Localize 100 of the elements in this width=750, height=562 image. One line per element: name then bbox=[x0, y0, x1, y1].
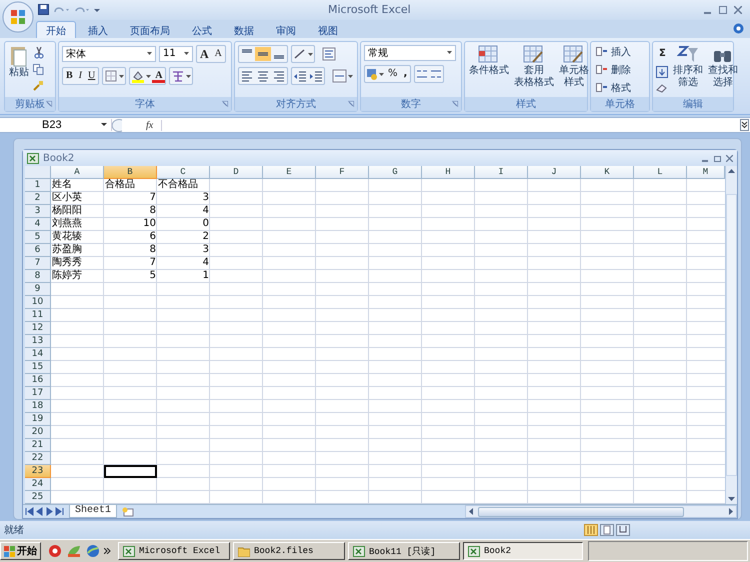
row-header[interactable]: 12 bbox=[25, 322, 51, 336]
vertical-scrollbar[interactable] bbox=[725, 166, 737, 504]
column-header[interactable]: C bbox=[157, 166, 210, 180]
ribbon-tab[interactable]: 公式 bbox=[182, 20, 222, 38]
column-header[interactable]: J bbox=[528, 166, 581, 180]
bold-button[interactable]: B bbox=[63, 68, 76, 83]
column-header[interactable]: G bbox=[369, 166, 422, 180]
more-icon[interactable] bbox=[104, 548, 111, 554]
new-sheet-icon[interactable] bbox=[121, 506, 136, 517]
caret-icon[interactable] bbox=[447, 50, 452, 55]
number-format-field[interactable]: 常规 bbox=[364, 44, 456, 61]
row-header[interactable]: 23 bbox=[25, 465, 51, 478]
text-align-icon[interactable] bbox=[255, 68, 271, 83]
italic-button[interactable]: I bbox=[76, 68, 86, 83]
scissors-icon[interactable] bbox=[34, 46, 44, 59]
ribbon-tab[interactable]: 审阅 bbox=[266, 20, 306, 38]
scroll-thumb[interactable] bbox=[726, 194, 737, 476]
dropdown-icon[interactable] bbox=[94, 6, 100, 13]
caret-icon[interactable] bbox=[101, 123, 107, 128]
row-header[interactable]: 11 bbox=[25, 309, 51, 322]
cells-button[interactable]: 删除 bbox=[594, 62, 646, 77]
underline-button[interactable]: U bbox=[85, 68, 98, 83]
ribbon-tab[interactable]: 视图 bbox=[308, 20, 348, 38]
column-header[interactable]: I bbox=[475, 166, 528, 180]
taskbar-button[interactable]: Book11 [只读] bbox=[348, 542, 460, 560]
normal-view-icon[interactable] bbox=[584, 524, 598, 536]
insert-function-button[interactable]: fx bbox=[128, 120, 162, 131]
row-header[interactable]: 7 bbox=[25, 257, 51, 270]
row-header[interactable]: 9 bbox=[25, 283, 51, 296]
horizontal-scrollbar[interactable] bbox=[465, 505, 737, 518]
row-header[interactable]: 4 bbox=[25, 218, 51, 232]
help-icon[interactable] bbox=[733, 23, 744, 34]
indent-icon[interactable] bbox=[308, 68, 324, 83]
scroll-thumb[interactable] bbox=[478, 506, 684, 517]
row-header[interactable]: 5 bbox=[25, 231, 51, 244]
grow-font-button[interactable]: A bbox=[197, 46, 212, 61]
eraser-icon[interactable] bbox=[656, 82, 668, 93]
start-button[interactable]: 开始 bbox=[0, 542, 41, 560]
indent-icon[interactable] bbox=[292, 68, 308, 83]
taskbar-button[interactable]: Book2 bbox=[463, 542, 583, 560]
launcher-icon[interactable] bbox=[46, 101, 52, 108]
caret-icon[interactable] bbox=[147, 52, 152, 56]
text-align-icon[interactable] bbox=[239, 68, 255, 83]
cells-button[interactable]: 格式 bbox=[594, 80, 646, 95]
wrap-text-icon[interactable] bbox=[322, 46, 336, 61]
row-header[interactable]: 24 bbox=[25, 478, 51, 492]
orientation-icon[interactable] bbox=[292, 46, 314, 61]
row-header[interactable]: 6 bbox=[25, 244, 51, 258]
vertical-align-icon[interactable] bbox=[255, 46, 271, 61]
launcher-icon[interactable] bbox=[452, 101, 458, 108]
brush-icon[interactable] bbox=[33, 80, 44, 91]
merge-cells-icon[interactable] bbox=[332, 68, 354, 83]
browser-icon[interactable] bbox=[48, 544, 62, 558]
ribbon-tab[interactable]: 插入 bbox=[78, 20, 118, 38]
cells-button[interactable]: 插入 bbox=[594, 44, 646, 59]
row-header[interactable]: 2 bbox=[25, 192, 51, 206]
column-header[interactable]: L bbox=[634, 166, 687, 180]
row-header[interactable]: 16 bbox=[25, 374, 51, 388]
text-align-icon[interactable] bbox=[271, 68, 287, 83]
active-cell[interactable] bbox=[104, 465, 157, 478]
caret-icon[interactable] bbox=[184, 52, 189, 56]
row-header[interactable]: 3 bbox=[25, 205, 51, 218]
column-header[interactable]: M bbox=[687, 166, 725, 180]
currency-icon[interactable] bbox=[365, 66, 385, 81]
maximize-icon[interactable] bbox=[719, 6, 727, 14]
sheet-tab[interactable]: Sheet1 bbox=[69, 505, 118, 518]
column-header[interactable]: H bbox=[422, 166, 475, 180]
column-header[interactable]: B bbox=[104, 166, 157, 180]
row-header[interactable]: 1 bbox=[25, 179, 51, 192]
row-header[interactable]: 21 bbox=[25, 439, 51, 452]
editing-button[interactable]: 排序和 筛选 bbox=[672, 44, 704, 98]
column-header[interactable]: A bbox=[51, 166, 104, 180]
font-size-field[interactable]: 11 bbox=[159, 46, 193, 62]
close-icon[interactable] bbox=[734, 6, 742, 14]
page-layout-icon[interactable] bbox=[600, 524, 614, 536]
sheet-navigation-icon[interactable] bbox=[25, 507, 65, 516]
autosum-button[interactable]: Σ bbox=[656, 46, 669, 61]
taskbar-button[interactable]: Microsoft Excel bbox=[118, 542, 230, 560]
page-break-icon[interactable] bbox=[616, 524, 630, 536]
row-header[interactable]: 14 bbox=[25, 348, 51, 362]
copy-icon[interactable] bbox=[33, 64, 44, 75]
editing-button[interactable]: 查找和 选择 bbox=[706, 44, 739, 98]
font-name-field[interactable]: 宋体 bbox=[62, 46, 156, 62]
expand-icon[interactable] bbox=[740, 119, 749, 132]
fill-color-icon[interactable] bbox=[130, 68, 152, 83]
row-header[interactable]: 15 bbox=[25, 361, 51, 374]
launcher-icon[interactable] bbox=[348, 101, 354, 108]
style-button[interactable]: 套用 表格格式 bbox=[513, 44, 555, 98]
row-header[interactable]: 22 bbox=[25, 452, 51, 466]
column-header[interactable]: K bbox=[581, 166, 634, 180]
close-icon[interactable] bbox=[726, 154, 733, 162]
save-icon[interactable] bbox=[38, 4, 49, 16]
column-header[interactable]: F bbox=[316, 166, 369, 180]
restore-icon[interactable] bbox=[714, 154, 721, 162]
ribbon-tab[interactable]: 页面布局 bbox=[120, 20, 180, 38]
phonetic-icon[interactable] bbox=[170, 68, 192, 83]
border-icon[interactable] bbox=[103, 68, 126, 83]
fill-icon[interactable] bbox=[656, 66, 668, 78]
row-header[interactable]: 20 bbox=[25, 426, 51, 440]
column-header[interactable]: D bbox=[210, 166, 263, 180]
